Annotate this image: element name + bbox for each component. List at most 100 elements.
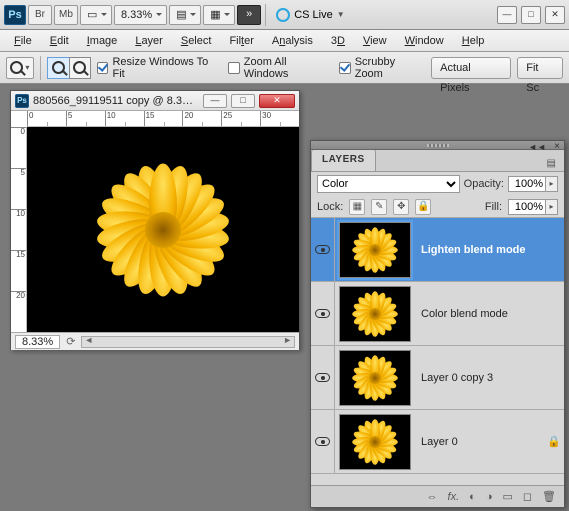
ruler-tick: 15 bbox=[144, 111, 183, 126]
visibility-toggle[interactable] bbox=[311, 218, 335, 281]
screenmode-icon: ▭ bbox=[87, 9, 97, 21]
menu-image[interactable]: Image bbox=[79, 32, 126, 50]
layer-row[interactable]: Layer 0🔒 bbox=[311, 410, 564, 474]
layer-thumbnail[interactable] bbox=[339, 222, 411, 278]
zoom-in-button[interactable] bbox=[47, 57, 69, 79]
thumbnail-image bbox=[346, 416, 404, 468]
panel-grip[interactable]: ◄◄ × bbox=[311, 141, 564, 150]
window-minimize-button[interactable]: — bbox=[497, 6, 517, 24]
link-icon[interactable]: ⇔ bbox=[427, 491, 438, 503]
menu-edit[interactable]: Edit bbox=[42, 32, 77, 50]
mask-icon[interactable]: ◐ bbox=[469, 491, 476, 503]
adjust-icon[interactable]: ◑ bbox=[486, 491, 493, 503]
zoom-all-checkbox[interactable]: Zoom All Windows bbox=[228, 56, 333, 80]
menu-file[interactable]: File bbox=[6, 32, 40, 50]
fill-flyout-icon[interactable]: ▸ bbox=[546, 199, 558, 215]
lock-position-icon[interactable]: ✥ bbox=[393, 199, 409, 215]
fill-field[interactable] bbox=[508, 199, 546, 215]
layers-panel: ◄◄ × LAYERS ▤ Color Opacity: ▸ Lock: ▦ ✎… bbox=[310, 140, 565, 508]
layer-row[interactable]: Layer 0 copy 3 bbox=[311, 346, 564, 410]
layer-thumbnail[interactable] bbox=[339, 414, 411, 470]
trash-icon[interactable]: 🗑 bbox=[542, 490, 556, 503]
ruler-tick: 15 bbox=[11, 250, 26, 291]
fill-label: Fill: bbox=[485, 201, 502, 213]
menu-layer[interactable]: Layer bbox=[127, 32, 171, 50]
window-close-button[interactable]: ✕ bbox=[545, 6, 565, 24]
doc-minimize-button[interactable]: — bbox=[203, 94, 227, 108]
doc-maximize-button[interactable]: □ bbox=[231, 94, 255, 108]
thumbnail-image bbox=[346, 288, 404, 340]
chevron-down-icon: ▾ bbox=[25, 63, 29, 72]
visibility-toggle[interactable] bbox=[311, 346, 335, 409]
menu-analysis[interactable]: Analysis bbox=[264, 32, 321, 50]
ruler-horizontal[interactable]: 051015202530 bbox=[27, 111, 299, 127]
layer-name[interactable]: Color blend mode bbox=[415, 308, 564, 320]
canvas[interactable] bbox=[27, 127, 299, 332]
visibility-toggle[interactable] bbox=[311, 282, 335, 345]
doc-close-button[interactable]: ✕ bbox=[259, 94, 295, 108]
layer-thumbnail[interactable] bbox=[339, 286, 411, 342]
status-zoom[interactable]: 8.33% bbox=[15, 335, 60, 349]
panel-tab-row: LAYERS ▤ bbox=[311, 150, 564, 172]
layer-row[interactable]: Lighten blend mode bbox=[311, 218, 564, 282]
bridge-button[interactable]: Br bbox=[28, 5, 52, 25]
thumbnail-image bbox=[346, 352, 404, 404]
opacity-flyout-icon[interactable]: ▸ bbox=[546, 176, 558, 192]
menu-filter[interactable]: Filter bbox=[221, 32, 261, 50]
extras-dropdown[interactable]: ▦ bbox=[203, 5, 235, 25]
ruler-tick: 5 bbox=[11, 168, 26, 209]
fit-screen-button[interactable]: Fit Sc bbox=[517, 57, 563, 79]
zoom-tool-preset[interactable]: ▾ bbox=[6, 57, 34, 79]
lock-all-icon[interactable]: 🔒 bbox=[415, 199, 431, 215]
ruler-tick: 20 bbox=[182, 111, 221, 126]
document-titlebar[interactable]: Ps 880566_99119511 copy @ 8.33% (Lighten… bbox=[11, 91, 299, 111]
layer-name[interactable]: Lighten blend mode bbox=[415, 244, 564, 256]
menu-select[interactable]: Select bbox=[173, 32, 220, 50]
ruler-tick: 30 bbox=[260, 111, 299, 126]
layer-name[interactable]: Layer 0 copy 3 bbox=[415, 372, 564, 384]
group-icon[interactable]: ▭ bbox=[502, 490, 512, 503]
visibility-toggle[interactable] bbox=[311, 410, 335, 473]
zoom-out-button[interactable] bbox=[69, 57, 91, 79]
horizontal-scrollbar[interactable] bbox=[81, 336, 295, 348]
chevron-down-icon: ▼ bbox=[337, 10, 345, 19]
tab-layers[interactable]: LAYERS bbox=[311, 149, 376, 171]
lock-image-icon[interactable]: ✎ bbox=[371, 199, 387, 215]
layer-thumbnail[interactable] bbox=[339, 350, 411, 406]
screen-mode-dropdown[interactable]: ▭ bbox=[80, 5, 112, 25]
menu-window[interactable]: Window bbox=[397, 32, 452, 50]
blend-mode-select[interactable]: Color bbox=[317, 175, 460, 193]
cslive-ring-icon bbox=[276, 8, 290, 22]
zoom-dropdown[interactable]: 8.33% bbox=[114, 5, 167, 25]
resize-windows-checkbox[interactable]: Resize Windows To Fit bbox=[97, 56, 222, 80]
minibridge-button[interactable]: Mb bbox=[54, 5, 78, 25]
actual-pixels-button[interactable]: Actual Pixels bbox=[431, 57, 511, 79]
new-icon[interactable]: ◻ bbox=[523, 490, 532, 503]
menu-3d[interactable]: 3D bbox=[323, 32, 353, 50]
panel-close-icon[interactable]: × bbox=[554, 141, 560, 152]
eye-icon bbox=[315, 437, 330, 446]
panel-menu-icon[interactable]: ▤ bbox=[543, 156, 560, 171]
scrubby-zoom-checkbox[interactable]: Scrubby Zoom bbox=[339, 56, 425, 80]
menu-bar: File Edit Image Layer Select Filter Anal… bbox=[0, 30, 569, 52]
layer-name[interactable]: Layer 0 bbox=[415, 436, 544, 448]
separator bbox=[40, 56, 41, 80]
status-info-icon[interactable]: ⟳ bbox=[66, 335, 75, 348]
opacity-field[interactable] bbox=[508, 176, 546, 192]
lock-transparent-icon[interactable]: ▦ bbox=[349, 199, 365, 215]
fx-icon[interactable]: fx. bbox=[448, 491, 460, 503]
opacity-input[interactable]: ▸ bbox=[508, 176, 558, 192]
checkbox-checked-icon bbox=[339, 62, 351, 74]
menu-view[interactable]: View bbox=[355, 32, 395, 50]
layer-row[interactable]: Color blend mode bbox=[311, 282, 564, 346]
panel-collapse-icon[interactable]: ◄◄ bbox=[528, 142, 546, 152]
window-maximize-button[interactable]: □ bbox=[521, 6, 541, 24]
ruler-vertical[interactable]: 05101520 bbox=[11, 127, 27, 332]
layers-controls-row1: Color Opacity: ▸ bbox=[311, 172, 564, 196]
menu-help[interactable]: Help bbox=[454, 32, 493, 50]
fill-input[interactable]: ▸ bbox=[508, 199, 558, 215]
zoom-mode-toggle[interactable] bbox=[47, 57, 91, 79]
arrange-dropdown[interactable]: ▤ bbox=[169, 5, 201, 25]
expand-panels-button[interactable]: » bbox=[237, 5, 261, 25]
cs-live-button[interactable]: CS Live ▼ bbox=[270, 4, 350, 26]
